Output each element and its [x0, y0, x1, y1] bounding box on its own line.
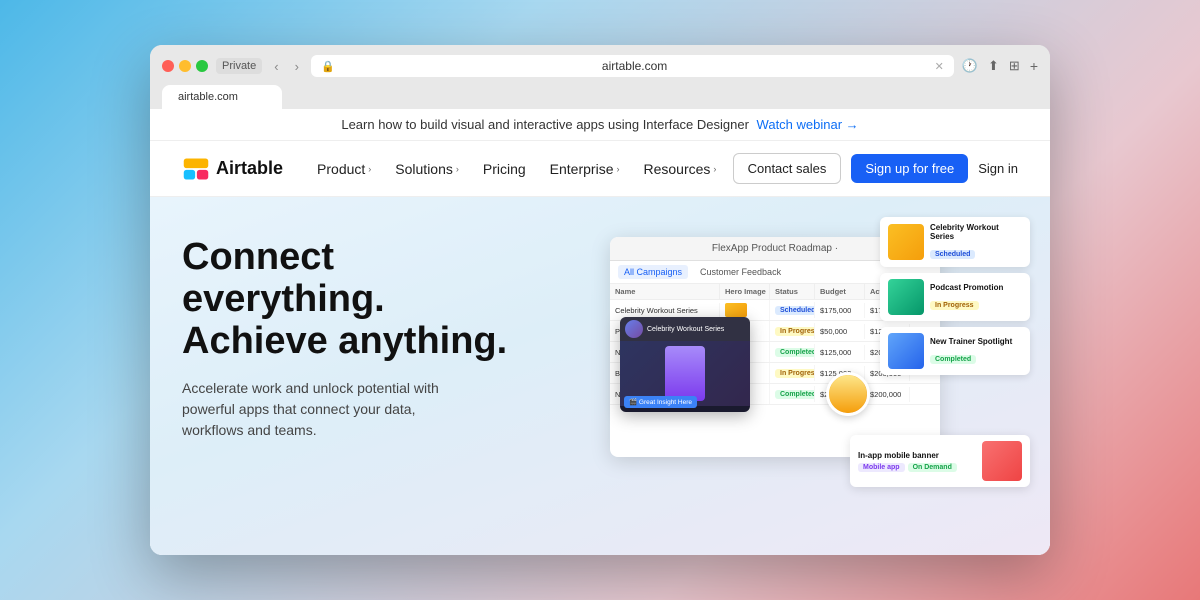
side-card-title-3: New Trainer Spotlight: [930, 337, 1022, 346]
bottom-card-content: In-app mobile banner Mobile app On Deman…: [858, 451, 976, 472]
nav-item-resources[interactable]: Resources ›: [633, 155, 726, 183]
video-card: Celebrity Workout Series 🎬 Great Insight…: [620, 317, 750, 412]
profile-bubble: [826, 372, 870, 416]
nav-actions: Contact sales Sign up for free Sign in: [733, 153, 1018, 184]
enterprise-chevron-icon: ›: [616, 164, 619, 174]
col-status: Status: [770, 284, 815, 299]
clock-icon[interactable]: 🕐: [962, 58, 978, 74]
side-card-3: New Trainer Spotlight Completed: [880, 327, 1030, 375]
hero-headline: Connect everything.Achieve anything.: [182, 237, 522, 362]
private-badge: Private: [216, 58, 262, 74]
logo[interactable]: Airtable: [182, 155, 283, 183]
browser-tab-active[interactable]: airtable.com: [162, 85, 282, 109]
video-avatar: [625, 320, 643, 338]
side-card-image-1: [888, 224, 924, 260]
cell-budget: $125,000: [815, 345, 865, 360]
video-person-shape: [665, 346, 705, 401]
cell-budget: $175,000: [815, 303, 865, 318]
solutions-chevron-icon: ›: [456, 164, 459, 174]
browser-chrome: Private ‹ › 🔒 airtable.com ✕ 🕐 ⬆ ⊞ + air…: [150, 45, 1050, 109]
address-bar-row: 🔒 airtable.com ✕: [311, 55, 954, 77]
website-content: Learn how to build visual and interactiv…: [150, 109, 1050, 555]
side-card-content-3: New Trainer Spotlight Completed: [930, 337, 1022, 366]
side-card-content-2: Podcast Promotion In Progress: [930, 283, 1022, 312]
url-text: airtable.com: [602, 59, 667, 73]
close-button[interactable]: [162, 60, 174, 72]
cell-budget: $50,000: [815, 324, 865, 339]
on-demand-badge: On Demand: [908, 463, 957, 472]
side-card-badge-1: Scheduled: [930, 250, 975, 259]
browser-tabs: airtable.com: [162, 85, 1038, 109]
side-card-1: Celebrity Workout Series Scheduled: [880, 217, 1030, 267]
nav-item-product[interactable]: Product ›: [307, 155, 381, 183]
add-tab-icon[interactable]: +: [1030, 58, 1038, 74]
product-chevron-icon: ›: [368, 164, 371, 174]
nav-item-solutions[interactable]: Solutions ›: [385, 155, 469, 183]
bottom-card-title: In-app mobile banner: [858, 451, 976, 460]
back-button[interactable]: ‹: [270, 57, 282, 76]
nav-item-enterprise[interactable]: Enterprise ›: [540, 155, 630, 183]
video-call-badge: 🎬 Great Insight Here: [624, 396, 697, 408]
sidebar-cards: Celebrity Workout Series Scheduled Podca…: [880, 217, 1030, 375]
mobile-app-badge: Mobile app: [858, 463, 905, 472]
announcement-banner: Learn how to build visual and interactiv…: [150, 109, 1050, 141]
side-card-title-2: Podcast Promotion: [930, 283, 1022, 292]
navbar: Airtable Product › Solutions › Pricing E…: [150, 141, 1050, 197]
cell-name: Celebrity Workout Series: [610, 303, 720, 318]
signup-button[interactable]: Sign up for free: [851, 154, 968, 183]
cell-status: Completed: [770, 344, 815, 360]
contact-sales-button[interactable]: Contact sales: [733, 153, 842, 184]
share-icon[interactable]: ⬆: [988, 58, 999, 74]
side-card-content-1: Celebrity Workout Series Scheduled: [930, 223, 1022, 261]
bottom-card: In-app mobile banner Mobile app On Deman…: [850, 435, 1030, 487]
hero-visual: FlexApp Product Roadmap · All Campaigns …: [610, 217, 1030, 497]
cell-status: Completed: [770, 386, 815, 402]
col-name: Name: [610, 284, 720, 299]
col-image: Hero Image: [720, 284, 770, 299]
signin-button[interactable]: Sign in: [978, 161, 1018, 176]
nav-item-pricing[interactable]: Pricing: [473, 155, 536, 183]
cell-status: In Progress: [770, 365, 815, 381]
airtable-logo-icon: [182, 155, 210, 183]
hero-subtext: Accelerate work and unlock potential wit…: [182, 378, 462, 441]
side-card-2: Podcast Promotion In Progress: [880, 273, 1030, 321]
spreadsheet-title: FlexApp Product Roadmap ·: [712, 243, 838, 254]
forward-button[interactable]: ›: [291, 57, 303, 76]
banner-text: Learn how to build visual and interactiv…: [341, 117, 749, 132]
side-card-badge-3: Completed: [930, 355, 976, 364]
side-card-image-2: [888, 279, 924, 315]
grid-icon[interactable]: ⊞: [1009, 58, 1020, 74]
tab-title: airtable.com: [178, 91, 238, 103]
profile-avatar: [829, 375, 867, 413]
toolbar-tab-feedback[interactable]: Customer Feedback: [694, 265, 787, 279]
col-budget: Budget: [815, 284, 865, 299]
address-bar[interactable]: 🔒 airtable.com ✕: [311, 55, 954, 77]
clear-url-icon[interactable]: ✕: [935, 60, 944, 73]
video-card-header: Celebrity Workout Series: [620, 317, 750, 341]
logo-text: Airtable: [216, 158, 283, 179]
bottom-card-badges: Mobile app On Demand: [858, 463, 976, 472]
banner-link[interactable]: Watch webinar →: [757, 117, 859, 132]
video-label: Celebrity Workout Series: [647, 326, 724, 333]
side-card-image-3: [888, 333, 924, 369]
nav-items: Product › Solutions › Pricing Enterprise…: [307, 155, 733, 183]
hero-section: Connect everything.Achieve anything. Acc…: [150, 197, 1050, 555]
side-card-title-1: Celebrity Workout Series: [930, 223, 1022, 241]
traffic-lights: [162, 60, 208, 72]
browser-toolbar-icons: 🕐 ⬆ ⊞ +: [962, 58, 1038, 74]
minimize-button[interactable]: [179, 60, 191, 72]
maximize-button[interactable]: [196, 60, 208, 72]
cell-actual: $200,000: [865, 387, 910, 402]
browser-titlebar: Private ‹ › 🔒 airtable.com ✕ 🕐 ⬆ ⊞ +: [162, 55, 1038, 77]
bottom-card-image: [982, 441, 1022, 481]
hero-text: Connect everything.Achieve anything. Acc…: [182, 227, 522, 441]
resources-chevron-icon: ›: [713, 164, 716, 174]
cell-status: In Progress: [770, 323, 815, 339]
browser-window: Private ‹ › 🔒 airtable.com ✕ 🕐 ⬆ ⊞ + air…: [150, 45, 1050, 555]
cell-status: Scheduled: [770, 302, 815, 318]
toolbar-tab-campaigns[interactable]: All Campaigns: [618, 265, 688, 279]
side-card-badge-2: In Progress: [930, 301, 979, 310]
